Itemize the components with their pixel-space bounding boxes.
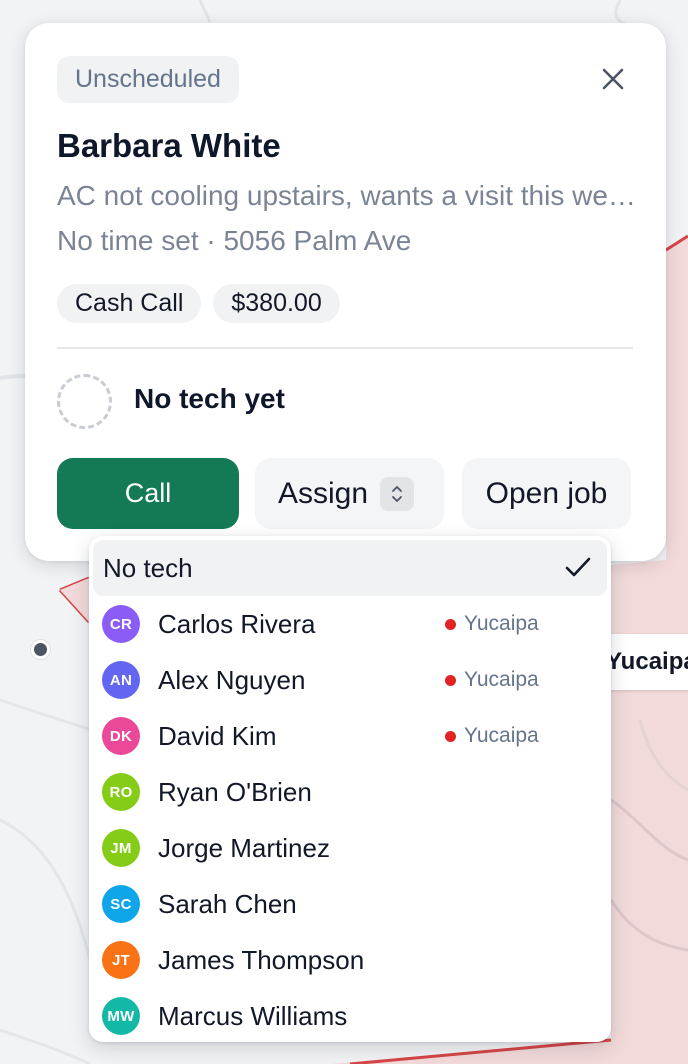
tech-name: Sarah Chen [158,888,297,919]
tech-name: Carlos Rivera [158,608,316,639]
option-tech-james-thompson[interactable]: JT James Thompson [93,932,607,988]
close-button[interactable] [593,59,633,99]
divider [57,347,633,349]
option-tech-jorge-martinez[interactable]: JM Jorge Martinez [93,820,607,876]
tech-name: Jorge Martinez [158,832,330,863]
job-chips: Cash Call $380.00 [57,284,340,323]
location-dot-icon [445,730,456,742]
open-job-button[interactable]: Open job [462,458,631,529]
option-label: No tech [103,552,193,583]
avatar: JM [102,829,140,867]
customer-name: Barbara White [57,127,281,164]
tech-avatar-placeholder [57,374,112,429]
job-price-chip: $380.00 [213,284,340,323]
tech-name: Ryan O'Brien [158,776,312,807]
tech-name: Alex Nguyen [158,664,306,695]
avatar: DK [102,717,140,755]
avatar: RO [102,773,140,811]
tech-name: David Kim [158,720,277,751]
job-type-chip: Cash Call [57,284,202,323]
tech-name: James Thompson [158,944,365,975]
job-description: AC not cooling upstairs, wants a visit t… [57,180,637,211]
close-icon [602,68,624,90]
assign-label: Assign [278,476,369,510]
option-tech-ryan-obrien[interactable]: RO Ryan O'Brien [93,764,607,820]
location-dot-icon [445,618,456,630]
map-location-pin[interactable] [31,640,50,659]
avatar: JT [102,941,140,979]
option-no-tech[interactable]: No tech [93,540,607,596]
call-button[interactable]: Call [57,458,239,529]
location-dot-icon [445,674,456,686]
tech-location: Yucaipa [445,596,539,652]
location-label: Yucaipa [464,612,539,635]
tech-status-label: No tech yet [134,383,285,414]
avatar: AN [102,661,140,699]
avatar: SC [102,885,140,923]
check-icon [565,557,591,577]
option-tech-alex-nguyen[interactable]: AN Alex Nguyen Yucaipa [93,652,607,708]
job-card: Unscheduled Barbara White AC not cooling… [25,23,666,561]
assign-select[interactable]: Assign [255,458,444,529]
chevron-up-down-icon [380,476,415,511]
option-tech-david-kim[interactable]: DK David Kim Yucaipa [93,708,607,764]
status-badge: Unscheduled [57,56,239,103]
tech-location: Yucaipa [445,652,539,708]
option-tech-marcus-williams[interactable]: MW Marcus Williams [93,988,607,1044]
option-tech-carlos-rivera[interactable]: CR Carlos Rivera Yucaipa [93,596,607,652]
tech-name: Marcus Williams [158,1000,348,1031]
avatar: MW [102,997,140,1035]
tech-location: Yucaipa [445,708,539,764]
assign-dropdown: No tech CR Carlos Rivera Yucaipa AN Alex… [89,536,611,1042]
location-label: Yucaipa [464,668,539,691]
avatar: CR [102,605,140,643]
option-tech-sarah-chen[interactable]: SC Sarah Chen [93,876,607,932]
job-meta: No time set · 5056 Palm Ave [57,225,412,256]
location-label: Yucaipa [464,724,539,747]
